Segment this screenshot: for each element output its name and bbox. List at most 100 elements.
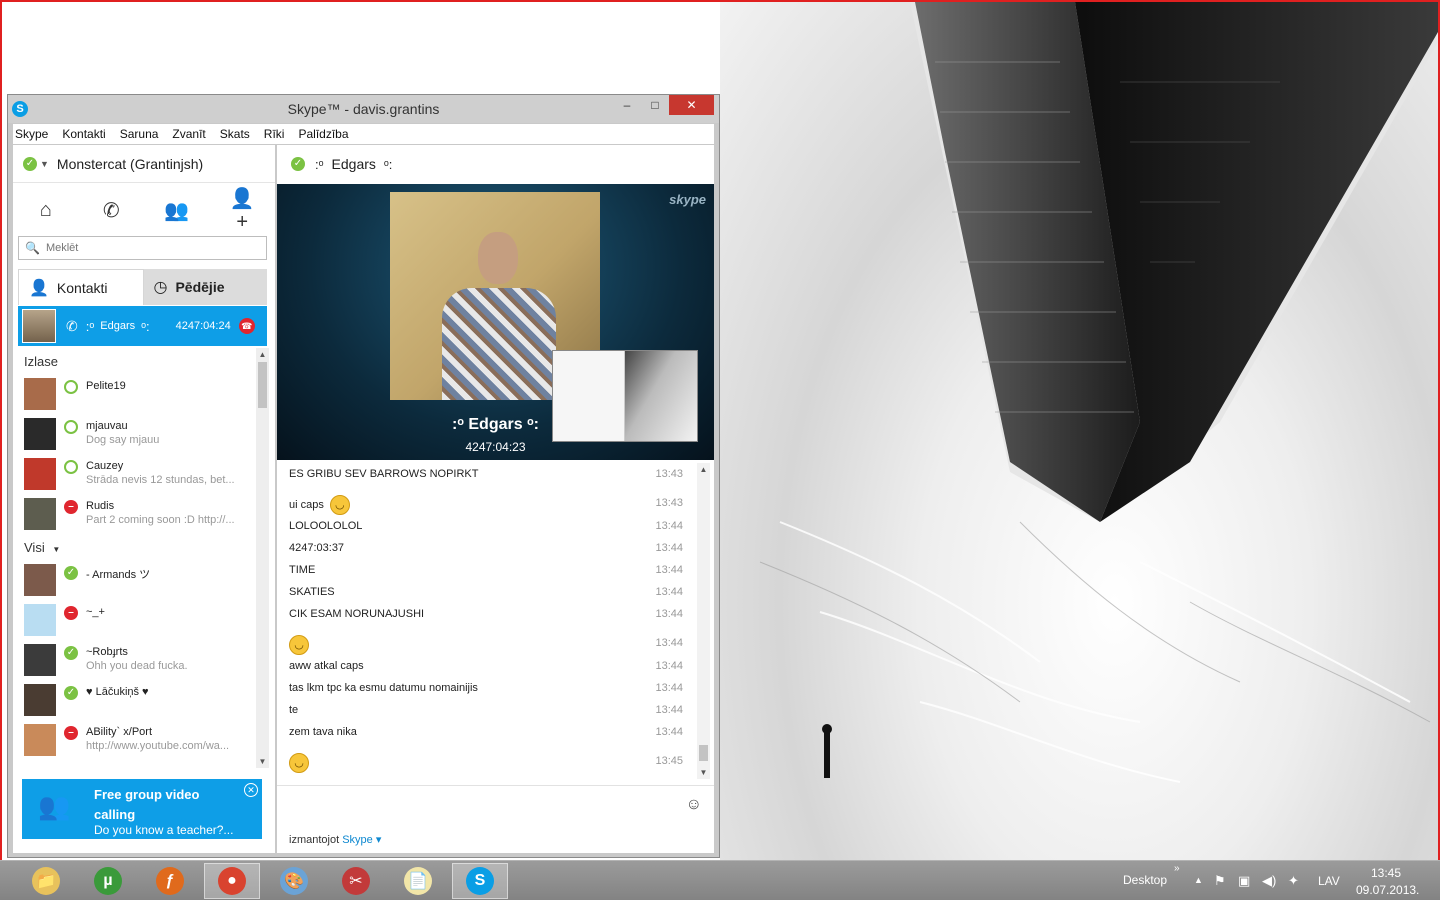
message-input[interactable] <box>287 794 667 818</box>
emoticon-picker-icon[interactable]: ☺ <box>686 796 702 814</box>
scroll-down-icon[interactable]: ▼ <box>697 768 710 777</box>
taskbar-skype[interactable]: S <box>452 863 508 899</box>
contact-mood: Part 2 coming soon :D http://... <box>86 514 235 526</box>
close-button[interactable]: ✕ <box>669 95 714 115</box>
promo-banner[interactable]: 👥 Free group video calling Do you know a… <box>22 779 262 839</box>
list-item[interactable]: mjauvau Dog say mjauu <box>18 414 254 454</box>
add-contact-icon[interactable]: 👤+ <box>227 186 257 234</box>
chat-message[interactable]: TIME 13:44 <box>277 559 689 581</box>
chat-message[interactable]: te 13:44 <box>277 699 689 721</box>
list-item[interactable]: ✓ ~Robɟrts Ohh you dead fucka. <box>18 640 254 680</box>
message-text: zem tava nika <box>289 726 357 738</box>
chat-message[interactable]: ◡ 13:45 <box>277 743 689 773</box>
home-icon[interactable]: ⌂ <box>31 199 61 222</box>
menu-kontakti[interactable]: Kontakti <box>62 127 105 141</box>
contact-name: ~Robɟrts <box>86 646 128 658</box>
promo-title[interactable]: Free group video calling <box>94 785 234 825</box>
group-icon[interactable]: 👥 <box>162 198 192 223</box>
phone-icon[interactable]: ✆ <box>96 198 126 223</box>
chat-message[interactable]: CIK ESAM NORUNAJUSHI 13:44 <box>277 603 689 625</box>
chat-message[interactable]: SKATIES 13:44 <box>277 581 689 603</box>
taskbar-paint[interactable]: 🎨 <box>266 863 322 899</box>
active-call-row[interactable]: ✆ :ᵒ Edgars ᵒ: 4247:04:24 ☎ <box>18 306 267 346</box>
chat-message[interactable]: ui caps ◡ 13:43 <box>277 485 689 515</box>
list-item[interactable]: ✓ - Armands ツ <box>18 560 254 600</box>
tab-recent[interactable]: ◷ Pēdējie <box>143 269 267 305</box>
message-body: aww atkal caps <box>289 660 364 672</box>
message-scrollbar[interactable]: ▲ ▼ <box>697 463 710 779</box>
avatar <box>24 564 56 596</box>
list-item[interactable]: Cauzey Strāda nevis 12 stundas, bet... <box>18 454 254 494</box>
wallpaper-figure <box>824 732 830 778</box>
menu-palidziba[interactable]: Palīdzība <box>298 127 348 141</box>
taskbar-notepad[interactable]: 📄 <box>390 863 446 899</box>
message-body: ES GRIBU SEV BARROWS NOPIRKT <box>289 468 479 480</box>
promo-subtitle[interactable]: Do you know a teacher?... <box>94 823 233 837</box>
scroll-up-icon[interactable]: ▲ <box>256 350 269 359</box>
conversation-pane: ✓ :ᵒ Edgars ᵒ: skype :ᵒ Edgars ᵒ: 4247:0… <box>277 145 714 853</box>
search-box[interactable]: 🔍 <box>18 236 267 260</box>
status-online-icon[interactable]: ✓ <box>23 156 37 171</box>
network-icon[interactable]: ▣ <box>1238 873 1250 889</box>
language-indicator[interactable]: LAV <box>1318 874 1340 888</box>
contact-text: mjauvau Dog say mjauu <box>86 414 236 446</box>
chevron-down-icon[interactable]: ▼ <box>52 545 60 554</box>
taskbar-chrome[interactable]: ● <box>204 863 260 899</box>
clock-time[interactable]: 13:45 <box>1371 866 1401 880</box>
list-item[interactable]: ✓ ♥ Lāčukiņš ♥ <box>18 680 254 720</box>
compose-area[interactable]: ☺ <box>277 785 714 825</box>
security-icon[interactable]: ✦ <box>1288 873 1299 889</box>
flag-icon[interactable]: ⚑ <box>1214 873 1226 889</box>
list-item[interactable]: – ABility` x/Port http://www.youtube.com/w… <box>18 720 254 760</box>
chat-message[interactable]: zem tava nika 13:44 <box>277 721 689 743</box>
chat-message[interactable]: aww atkal caps 13:44 <box>277 655 689 677</box>
chevron-down-icon[interactable]: ▼ <box>40 159 49 169</box>
status-online-icon: ✓ <box>64 686 78 700</box>
chat-message[interactable]: tas lkm tpc ka esmu datumu nomainijis 13:… <box>277 677 689 699</box>
chevron-right-icon[interactable]: » <box>1174 863 1180 874</box>
scroll-up-icon[interactable]: ▲ <box>697 465 710 474</box>
taskbar-explorer[interactable]: 📁 <box>18 863 74 899</box>
scroll-down-icon[interactable]: ▼ <box>256 757 269 766</box>
menu-zvanit[interactable]: Zvanīt <box>172 127 205 141</box>
list-item[interactable]: Pelite19 <box>18 374 254 414</box>
search-input[interactable] <box>45 242 246 254</box>
tray-expand-icon[interactable]: ▲ <box>1194 875 1203 885</box>
taskbar-utorrent[interactable]: µ <box>80 863 136 899</box>
chat-message[interactable]: LOLOOLOLOL 13:44 <box>277 515 689 537</box>
clock-date[interactable]: 09.07.2013. <box>1356 883 1419 897</box>
tab-contacts[interactable]: 👤 Kontakti <box>18 269 144 305</box>
menu-skats[interactable]: Skats <box>220 127 250 141</box>
contact-list-scrollbar[interactable]: ▲ ▼ <box>256 348 269 768</box>
list-item[interactable]: – ~_+ <box>18 600 254 640</box>
profile-status-row[interactable]: ✓ ▼ Monstercat (Grantinjsh) <box>13 145 275 183</box>
volume-icon[interactable]: ◀) <box>1262 873 1276 889</box>
message-text: ◡ <box>289 753 309 773</box>
chat-message[interactable]: 4247:03:37 13:44 <box>277 537 689 559</box>
section-all[interactable]: Visi ▼ <box>18 534 254 560</box>
taskbar-firefox[interactable]: ƒ <box>142 863 198 899</box>
minimize-button[interactable]: – <box>614 95 640 115</box>
desktop-toolbar-label[interactable]: Desktop <box>1123 873 1167 887</box>
contact-text: Pelite19 <box>86 374 236 392</box>
via-skype-dropdown[interactable]: Skype ▾ <box>342 834 381 846</box>
profile-name[interactable]: Monstercat (Grantinjsh) <box>57 156 203 172</box>
menu-saruna[interactable]: Saruna <box>120 127 159 141</box>
maximize-button[interactable]: □ <box>642 95 668 115</box>
chat-message[interactable]: ◡ 13:44 <box>277 625 689 655</box>
hang-up-icon[interactable]: ☎ <box>238 318 255 334</box>
list-item[interactable]: – Rudis Part 2 coming soon :D http://... <box>18 494 254 534</box>
close-icon[interactable]: ✕ <box>244 783 258 797</box>
conversation-contact-name[interactable]: Edgars <box>332 156 376 172</box>
title-bar[interactable]: S Skype™ - davis.grantins – □ ✕ <box>8 95 719 123</box>
status-online-icon: ✓ <box>64 646 78 660</box>
chat-message[interactable]: ES GRIBU SEV BARROWS NOPIRKT 13:43 <box>277 463 689 485</box>
taskbar-snipping-tool[interactable]: ✂ <box>328 863 384 899</box>
scroll-thumb[interactable] <box>699 745 708 761</box>
search-icon: 🔍 <box>25 241 40 255</box>
menu-riki[interactable]: Rīki <box>264 127 285 141</box>
menu-skype[interactable]: Skype <box>15 127 48 141</box>
scroll-thumb[interactable] <box>258 362 267 408</box>
video-call-area[interactable]: skype :ᵒ Edgars ᵒ: 4247:04:23 <box>277 184 714 460</box>
message-text: TIME <box>289 564 315 576</box>
